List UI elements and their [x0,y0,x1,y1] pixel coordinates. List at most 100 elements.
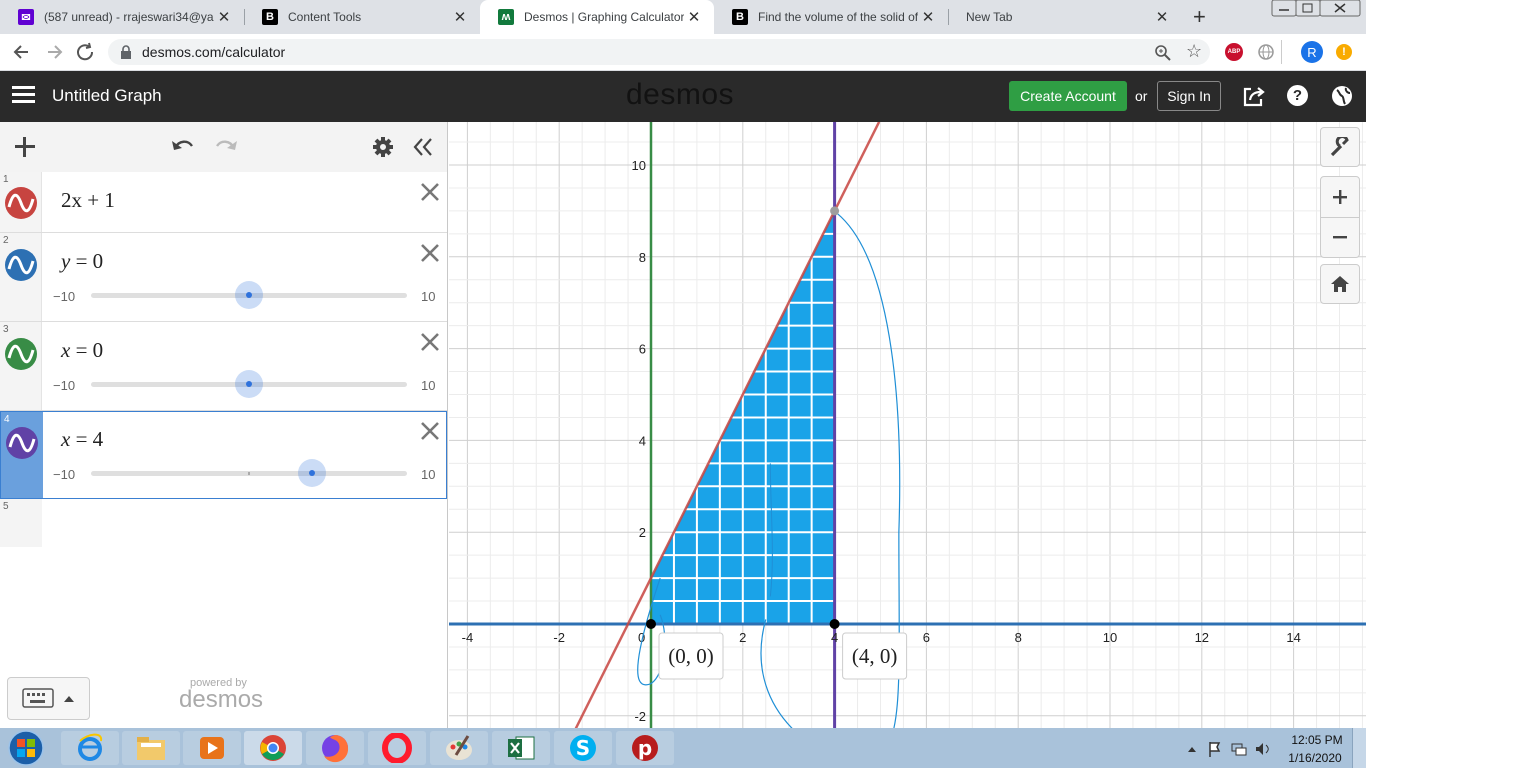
chrome-icon[interactable] [244,731,302,765]
paint-icon[interactable] [430,731,488,765]
redo-button[interactable] [212,136,240,156]
slider-max[interactable]: 10 [421,467,435,482]
graph-paper[interactable]: -4 -2 0 2 4 6 8 10 12 14 10 8 6 4 2 -2 (0, 0) (4, 0) [449,122,1366,728]
graph-title[interactable]: Untitled Graph [52,86,162,106]
tab-new-tab[interactable]: New Tab ✕ [948,0,1182,34]
profile-avatar[interactable]: R [1301,41,1323,63]
point-4-0[interactable] [829,619,840,629]
graph-visibility-icon[interactable] [4,186,38,220]
y-tick-label: -2 [634,709,646,724]
expression-math[interactable]: 2x + 1 [61,188,115,213]
graph-settings-button[interactable] [1320,127,1360,167]
sign-in-button[interactable]: Sign In [1157,81,1221,111]
graph-visibility-icon[interactable] [5,426,39,460]
show-hidden-icons-button[interactable] [1186,740,1198,758]
adblock-label: ABP [1227,49,1241,55]
forward-button[interactable] [46,42,66,62]
back-button[interactable] [12,42,32,62]
x-tick-label: 4 [831,630,838,645]
new-tab-button[interactable]: + [1193,4,1206,30]
start-orb-icon[interactable] [4,728,48,768]
close-tab-icon[interactable]: ✕ [1152,8,1172,26]
reload-button[interactable] [76,42,96,62]
graph-visibility-icon[interactable] [4,248,38,282]
keyboard-icon [22,688,74,708]
undo-button[interactable] [170,136,198,156]
skype-icon[interactable]: S [554,731,612,765]
media-player-icon[interactable] [183,731,241,765]
delete-expression-icon[interactable] [419,242,441,264]
tab-desmos[interactable]: ʍ Desmos | Graphing Calculator ✕ [480,0,714,34]
tab-content-tools[interactable]: B Content Tools ✕ [244,0,480,34]
share-icon[interactable] [1242,85,1266,107]
excel-icon[interactable] [492,731,550,765]
add-expression-icon[interactable] [14,136,36,158]
slider-max[interactable]: 10 [421,289,435,304]
tab-title: Desmos | Graphing Calculator [524,10,684,24]
keypad-toggle-button[interactable] [7,677,90,720]
x-tick-label: 8 [1015,630,1022,645]
expression-row-4[interactable]: 4 x = 4 −10 10 [0,411,447,499]
tab-yahoo-mail[interactable]: ✉ (587 unread) - rrajeswari34@yahoo.com … [0,0,244,34]
show-desktop-button[interactable] [1352,728,1366,768]
slider-handle[interactable] [235,370,263,398]
slider-handle[interactable] [298,459,326,487]
point-origin[interactable] [646,619,656,629]
svg-text:p: p [638,736,652,760]
expression-math[interactable]: x = 0 [61,338,103,363]
adblock-icon[interactable]: ABP [1225,43,1243,61]
help-icon[interactable]: ? [1287,85,1308,106]
taskbar-date[interactable]: 1/16/2020 [1284,751,1346,765]
tab-title: Find the volume of the solid of r [758,10,918,24]
globe-extension-icon[interactable] [1257,43,1275,61]
internet-explorer-icon[interactable] [61,731,119,765]
expression-number: 1 [3,174,9,185]
expression-math[interactable]: x = 4 [61,427,103,452]
firefox-icon[interactable] [306,731,364,765]
opera-icon[interactable] [368,731,426,765]
taskbar-time[interactable]: 12:05 PM [1288,733,1346,747]
create-account-button[interactable]: Create Account [1009,81,1127,111]
point-label: (0, 0) [668,644,714,668]
system-tray-icons [1188,742,1269,757]
delete-expression-icon[interactable] [419,331,441,353]
powered-by-logo[interactable]: desmos [179,686,263,714]
lock-icon [121,45,131,59]
bookmark-star-icon[interactable]: ☆ [1186,41,1202,62]
close-tab-icon[interactable]: ✕ [450,8,470,26]
close-tab-icon[interactable]: ✕ [214,8,234,26]
slider-min[interactable]: −10 [53,467,75,482]
hamburger-menu-icon[interactable] [12,85,36,105]
slider-handle[interactable] [235,281,263,309]
collapse-panel-icon[interactable] [412,137,434,157]
delete-expression-icon[interactable] [419,420,441,442]
slider-min[interactable]: −10 [53,289,75,304]
expression-row-1[interactable]: 1 2x + 1 [0,172,447,233]
zoom-icon[interactable] [1154,44,1172,62]
expression-math[interactable]: y = 0 [61,249,103,274]
pinnacle-icon[interactable]: p [616,731,674,765]
tab-find-volume[interactable]: B Find the volume of the solid of r ✕ [714,0,948,34]
expression-row-3[interactable]: 3 x = 0 −10 10 [0,322,447,411]
slider-max[interactable]: 10 [421,378,435,393]
update-alert-icon[interactable]: ! [1336,44,1352,60]
zoom-in-icon[interactable] [1331,188,1349,206]
default-viewport-button[interactable] [1320,264,1360,304]
delete-expression-icon[interactable] [419,181,441,203]
graph-visibility-icon[interactable] [4,337,38,371]
yahoo-mail-icon: ✉ [18,9,34,25]
slider-zero-tick [248,472,250,475]
or-text: or [1135,88,1148,104]
file-explorer-icon[interactable] [122,731,180,765]
zoom-out-icon[interactable] [1331,228,1349,246]
expression-row-2[interactable]: 2 y = 0 −10 10 [0,233,447,322]
settings-gear-icon[interactable] [372,136,394,158]
close-tab-icon[interactable]: ✕ [684,8,704,26]
graph-canvas[interactable]: -4 -2 0 2 4 6 8 10 12 14108642-2(0, 0) (4, 0) [449,122,1366,728]
close-tab-icon[interactable]: ✕ [918,8,938,26]
x-tick-label: 2 [739,630,746,645]
language-globe-icon[interactable] [1331,85,1353,107]
expression-row-5[interactable]: 5 [0,499,42,547]
intersection-point[interactable] [830,206,840,216]
slider-min[interactable]: −10 [53,378,75,393]
